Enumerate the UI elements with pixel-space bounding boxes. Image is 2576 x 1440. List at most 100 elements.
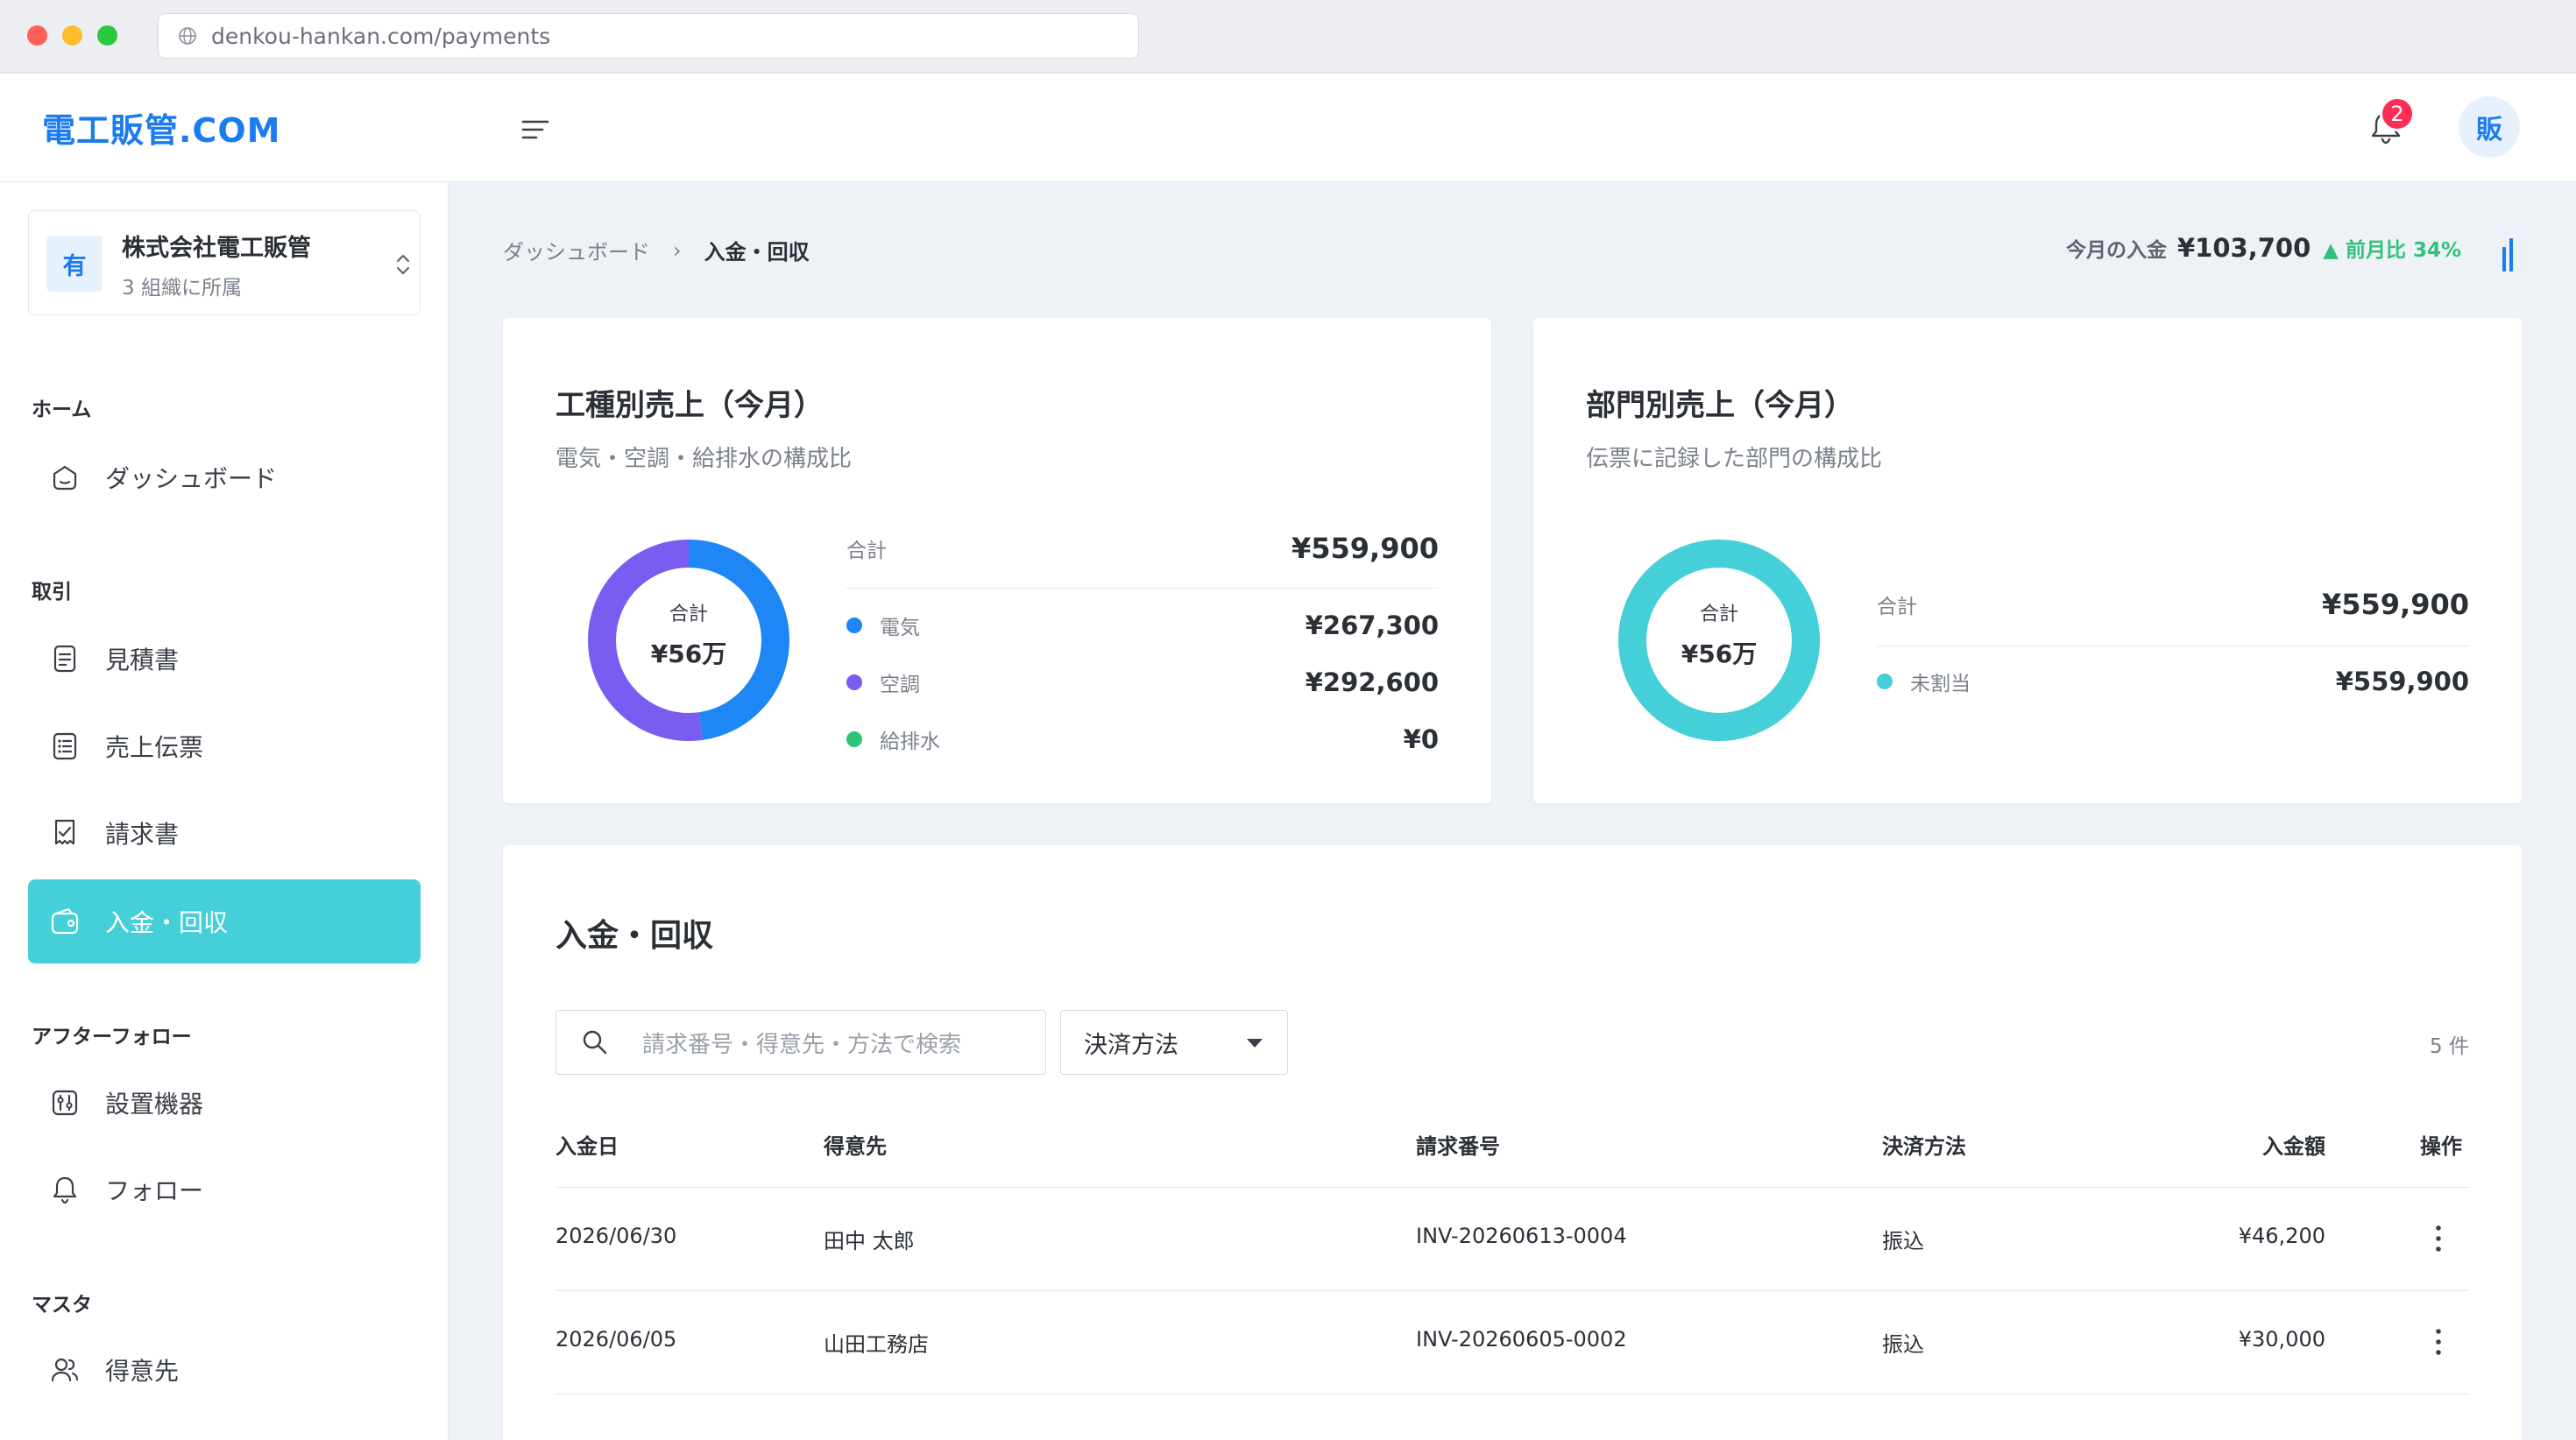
- sidebar-item-label: 売上伝票: [105, 733, 204, 762]
- sidebar-item-invoices[interactable]: 請求書: [28, 791, 421, 875]
- sidebar-item-label: 入金・回収: [105, 908, 229, 937]
- org-switcher[interactable]: 有 株式会社電工販管 3 組織に所属: [28, 210, 421, 315]
- address-bar[interactable]: denkou-hankan.com/payments: [158, 13, 1139, 59]
- trade-sales-card: 工種別売上（今月） 電気・空調・給排水の構成比 合計 ¥56万 合計 ¥559,…: [503, 318, 1491, 803]
- section-label-aftercare: アフターフォロー: [32, 1026, 192, 1048]
- sidebar-item-label: ダッシュボード: [105, 464, 278, 493]
- dept-card-subtitle: 伝票に記録した部門の構成比: [1586, 446, 1883, 472]
- legend-label: 未割当: [1910, 673, 1971, 695]
- trade-total-row: 合計 ¥559,900: [846, 532, 1439, 565]
- column-header-method[interactable]: 決済方法: [1882, 1129, 1966, 1160]
- section-label-master: マスタ: [32, 1294, 92, 1316]
- sidebar-item-follow[interactable]: フォロー: [28, 1147, 421, 1232]
- search-icon: [583, 1030, 607, 1055]
- users-icon: [51, 1358, 79, 1382]
- breadcrumb-chevron-icon: ›: [673, 237, 682, 263]
- globe-icon: [179, 27, 196, 45]
- sidebar-item-label: 見積書: [105, 646, 180, 674]
- legend-divider: [846, 588, 1439, 589]
- cell-invoice: INV-20260613-0004: [1416, 1224, 1627, 1248]
- cell-date: 2026/06/30: [556, 1224, 677, 1248]
- legend-value: ¥267,300: [1305, 611, 1439, 640]
- dept-card-title: 部門別売上（今月）: [1586, 388, 1854, 423]
- device-icon: [52, 1090, 78, 1116]
- row-actions-icon[interactable]: [2434, 1223, 2443, 1254]
- result-count: 5 件: [2430, 1035, 2469, 1058]
- dashboard-icon: [53, 465, 77, 491]
- payment-method-select[interactable]: 決済方法: [1060, 1010, 1288, 1075]
- window-maximize-button[interactable]: [97, 25, 117, 46]
- dept-donut-value: ¥56万: [1681, 639, 1758, 668]
- caret-down-icon: [1247, 1039, 1263, 1048]
- chevron-up-down-icon: [396, 254, 410, 275]
- browser-chrome: denkou-hankan.com/payments: [0, 0, 2576, 73]
- legend-label: 給排水: [880, 731, 940, 753]
- breadcrumb-home-link[interactable]: ダッシュボード: [503, 235, 650, 265]
- table-header-divider: [556, 1187, 2469, 1188]
- cell-amount: ¥30,000: [2238, 1327, 2325, 1352]
- cell-invoice: INV-20260605-0002: [1416, 1327, 1627, 1352]
- cell-date: 2026/06/05: [556, 1327, 677, 1352]
- user-avatar[interactable]: 販: [2459, 96, 2520, 158]
- menu-toggle-icon[interactable]: [519, 112, 554, 147]
- org-icon: 有: [46, 236, 103, 292]
- sidebar-item-dashboard[interactable]: ダッシュボード: [28, 435, 421, 519]
- legend-dot: [846, 618, 862, 633]
- legend-item: 空調 ¥292,600: [846, 667, 1439, 697]
- column-header-amount[interactable]: 入金額: [2255, 1129, 2325, 1160]
- legend-dot: [846, 731, 862, 747]
- row-actions-icon[interactable]: [2434, 1326, 2443, 1358]
- sidebar-item-customers[interactable]: 得意先: [28, 1328, 421, 1412]
- trade-donut-center: 合計 ¥56万: [587, 598, 790, 670]
- dept-total-value: ¥559,900: [2321, 588, 2469, 621]
- trade-total-value: ¥559,900: [1291, 532, 1439, 565]
- cell-amount: ¥46,200: [2238, 1224, 2325, 1248]
- org-membership: 3 組織に所属: [122, 277, 242, 300]
- sidebar-item-label: フォロー: [105, 1176, 204, 1205]
- legend-item: 未割当 ¥559,900: [1877, 667, 2469, 696]
- sidebar: 有 株式会社電工販管 3 組織に所属 ホーム ダッシュボード 取引 見積書 売上…: [0, 182, 449, 1440]
- column-header-customer[interactable]: 得意先: [824, 1129, 887, 1160]
- legend-item: 電気 ¥267,300: [846, 611, 1439, 640]
- search-input[interactable]: 請求番号・得意先・方法で検索: [556, 1010, 1046, 1075]
- trade-card-title: 工種別売上（今月）: [556, 388, 824, 423]
- trade-donut-value: ¥56万: [650, 639, 727, 668]
- window-close-button[interactable]: [27, 25, 47, 46]
- legend-value: ¥559,900: [2335, 667, 2469, 696]
- legend-dot: [1877, 674, 1893, 689]
- payment-method-select-label: 決済方法: [1084, 1031, 1178, 1059]
- bell-icon: [53, 1176, 77, 1204]
- list-icon: [53, 732, 77, 760]
- legend-dot: [846, 674, 862, 690]
- app-logo[interactable]: 電工販管.COM: [42, 103, 280, 152]
- document-icon: [53, 645, 76, 673]
- dept-total-row: 合計 ¥559,900: [1877, 588, 2469, 621]
- breadcrumb: ダッシュボード › 入金・回収: [503, 235, 810, 265]
- payments-title: 入金・回収: [556, 918, 714, 954]
- sidebar-item-payments[interactable]: 入金・回収: [28, 879, 421, 964]
- legend-value: ¥292,600: [1305, 667, 1439, 697]
- column-header-invoice[interactable]: 請求番号: [1416, 1129, 1500, 1160]
- legend-value: ¥0: [1403, 724, 1439, 754]
- row-divider: [556, 1290, 2469, 1291]
- trade-total-label: 合計: [846, 540, 887, 562]
- sidebar-item-estimates[interactable]: 見積書: [28, 617, 421, 701]
- dept-donut-caption: 合計: [1699, 604, 1738, 625]
- window-minimize-button[interactable]: [62, 25, 82, 46]
- org-name: 株式会社電工販管: [122, 235, 311, 262]
- cell-method: 振込: [1882, 1229, 1924, 1253]
- url-text: denkou-hankan.com/payments: [211, 23, 551, 49]
- monthly-income-summary: 今月の入金 ¥103,700 ▲ 前月比 34%: [2066, 233, 2461, 263]
- column-header-actions: 操作: [2420, 1134, 2462, 1159]
- bars-icon[interactable]: [2502, 236, 2515, 272]
- app-header: 電工販管.COM 2 販: [0, 74, 2576, 182]
- wallet-icon: [51, 907, 79, 935]
- section-label-transactions: 取引: [32, 581, 72, 604]
- column-header-date[interactable]: 入金日: [556, 1129, 619, 1160]
- sidebar-item-devices[interactable]: 設置機器: [28, 1061, 421, 1145]
- notification-badge: 2: [2380, 96, 2415, 131]
- cell-method: 振込: [1882, 1332, 1924, 1357]
- monthly-income-amount: ¥103,700: [2177, 233, 2311, 263]
- sidebar-item-sales-slips[interactable]: 売上伝票: [28, 704, 421, 788]
- trade-card-subtitle: 電気・空調・給排水の構成比: [556, 446, 853, 472]
